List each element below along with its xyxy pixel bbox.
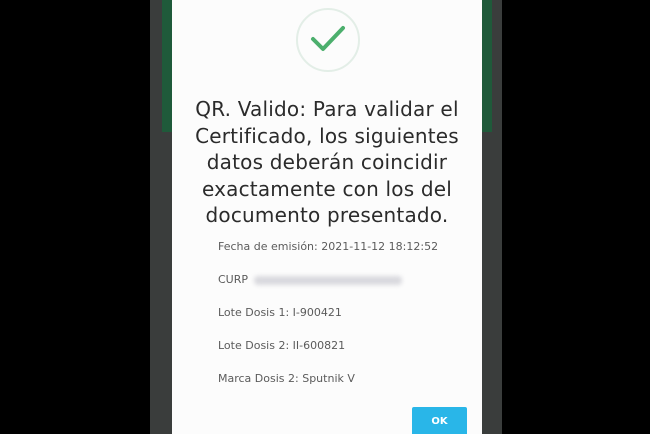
field-value: Sputnik V [302, 372, 355, 385]
field-curp: CURP [218, 273, 403, 286]
success-indicator [296, 8, 360, 72]
check-icon [311, 26, 345, 51]
screen: QR. Valido: Para validar el Certificado,… [0, 0, 650, 434]
dialog-message: QR. Valido: Para validar el Certificado,… [195, 97, 459, 227]
field-label: Marca Dosis 2: [218, 372, 299, 385]
validation-dialog: QR. Valido: Para validar el Certificado,… [172, 0, 482, 434]
field-issue-date: Fecha de emisión: 2021-11-12 18:12:52 [218, 240, 438, 253]
field-label: Fecha de emisión: [218, 240, 318, 253]
ok-button[interactable]: OK [412, 407, 467, 434]
field-brand-dose-2: Marca Dosis 2: Sputnik V [218, 372, 355, 385]
field-value: 2021-11-12 18:12:52 [321, 240, 439, 253]
field-label: CURP [218, 273, 249, 286]
field-label: Lote Dosis 2: [218, 339, 290, 352]
field-value: II-600821 [292, 339, 346, 352]
field-label: Lote Dosis 1: [218, 306, 290, 319]
field-value: I-900421 [292, 306, 342, 319]
redacted-curp-value [254, 275, 403, 285]
field-lot-dose-1: Lote Dosis 1: I-900421 [218, 306, 342, 319]
field-lot-dose-2: Lote Dosis 2: II-600821 [218, 339, 345, 352]
